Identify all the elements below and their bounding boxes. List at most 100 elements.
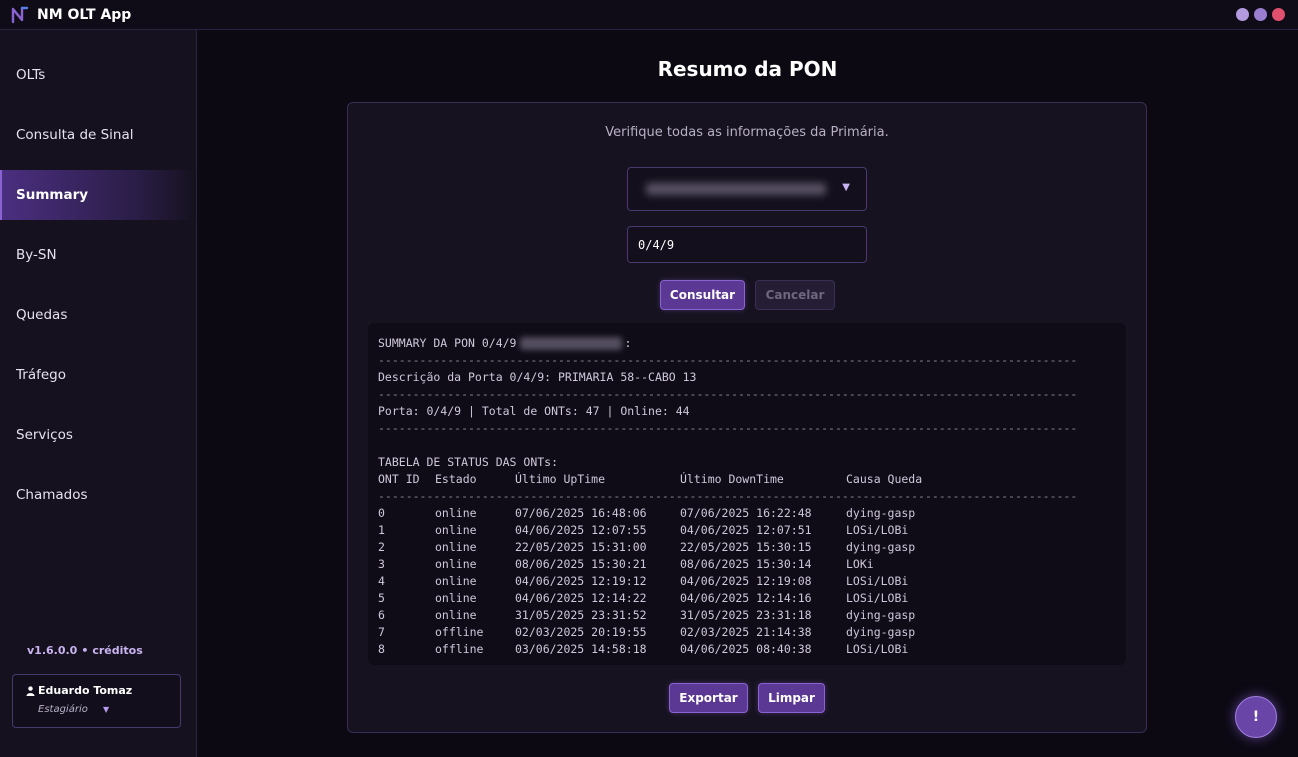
- table-row: 3 online 08/06/2025 15:30:21 08/06/2025 15:…: [378, 556, 1116, 573]
- table-cell: 2: [378, 540, 385, 554]
- sidebar-item-label: Summary: [16, 187, 89, 203]
- table-row: 0 online 07/06/2025 16:48:06 07/06/2025 16:…: [378, 505, 1116, 522]
- table-cell: 8: [378, 642, 385, 656]
- sidebar-item-quedas[interactable]: Quedas: [0, 290, 196, 340]
- table-cell: 22/05/2025 15:31:00: [515, 540, 647, 554]
- table-row: 6 online 31/05/2025 23:31:52 31/05/2025 23:…: [378, 607, 1116, 624]
- column-header: Último UpTime: [515, 472, 606, 486]
- help-button[interactable]: !: [1235, 696, 1277, 738]
- table-row: 1 online 04/06/2025 12:07:55 04/06/2025 12:…: [378, 522, 1116, 539]
- table-cell: 08/06/2025 15:30:14: [680, 557, 812, 571]
- port-description: Descrição da Porta 0/4/9: PRIMARIA 58--C…: [378, 370, 697, 384]
- app-logo-icon: [11, 6, 29, 23]
- credits-link[interactable]: créditos: [92, 644, 142, 657]
- sidebar-item-summary[interactable]: Summary: [0, 170, 196, 220]
- summary-output: SUMMARY DA PON 0/4/9: ------------------…: [368, 323, 1126, 665]
- table-cell: online: [435, 574, 477, 588]
- table-cell: 3: [378, 557, 385, 571]
- table-cell: dying-gasp: [846, 608, 916, 622]
- table-cell: online: [435, 506, 477, 520]
- table-cell: 04/06/2025 12:14:22: [515, 591, 647, 605]
- column-header: Estado: [435, 472, 477, 486]
- table-cell: online: [435, 540, 477, 554]
- table-cell: 31/05/2025 23:31:52: [515, 608, 647, 622]
- blurred-olt-name: [520, 337, 623, 350]
- column-header: Causa Queda: [846, 472, 923, 486]
- table-cell: LOKi: [846, 557, 874, 571]
- sidebar-item-chamados[interactable]: Chamados: [0, 470, 196, 520]
- table-cell: 04/06/2025 08:40:38: [680, 642, 812, 656]
- output-header: SUMMARY DA PON 0/4/9:: [378, 336, 632, 350]
- table-cell: LOSi/LOBi: [846, 642, 909, 656]
- table-cell: offline: [435, 625, 484, 639]
- table-cell: 04/06/2025 12:14:16: [680, 591, 812, 605]
- table-cell: 07/06/2025 16:22:48: [680, 506, 812, 520]
- sidebar-item-label: Quedas: [16, 307, 68, 323]
- sidebar-item-label: Tráfego: [16, 367, 66, 383]
- consult-button[interactable]: Consultar: [660, 280, 745, 310]
- export-button[interactable]: Exportar: [669, 683, 748, 713]
- cancel-button[interactable]: Cancelar: [755, 280, 835, 310]
- table-cell: 07/06/2025 16:48:06: [515, 506, 647, 520]
- version-text: v1.6.0.0: [27, 644, 78, 657]
- table-cell: LOSi/LOBi: [846, 574, 909, 588]
- user-role: Estagiário: [38, 704, 88, 715]
- port-stats: Porta: 0/4/9 | Total de ONTs: 47 | Onlin…: [378, 404, 690, 418]
- app-title: NM OLT App: [37, 6, 132, 23]
- clear-button[interactable]: Limpar: [758, 683, 825, 713]
- table-cell: 04/06/2025 12:19:12: [515, 574, 647, 588]
- table-row: 4 online 04/06/2025 12:19:12 04/06/2025 12:…: [378, 573, 1116, 590]
- sidebar-item-label: Serviços: [16, 427, 73, 443]
- user-menu[interactable]: Eduardo Tomaz Estagiário ▼: [12, 674, 181, 728]
- table-cell: online: [435, 523, 477, 537]
- version-info: v1.6.0.0 • créditos: [27, 644, 143, 657]
- sidebar-item-label: By-SN: [16, 247, 57, 263]
- table-cell: 22/05/2025 15:30:15: [680, 540, 812, 554]
- title-bar: NM OLT App: [0, 0, 1298, 30]
- ont-table-body: 0 online 07/06/2025 16:48:06 07/06/2025 16:…: [378, 505, 1116, 658]
- sidebar-item-label: Consulta de Sinal: [16, 127, 134, 143]
- separator: ----------------------------------------…: [378, 421, 1078, 435]
- table-cell: 02/03/2025 20:19:55: [515, 625, 647, 639]
- table-cell: dying-gasp: [846, 625, 916, 639]
- main-content: Resumo da PON Verifique todas as informa…: [197, 30, 1298, 757]
- table-cell: 04/06/2025 12:07:55: [515, 523, 647, 537]
- page-title: Resumo da PON: [657, 57, 838, 81]
- table-cell: 03/06/2025 14:58:18: [515, 642, 647, 656]
- sidebar-item-consulta-de-sinal[interactable]: Consulta de Sinal: [0, 110, 196, 160]
- table-cell: 0: [378, 506, 385, 520]
- port-input[interactable]: [627, 226, 867, 263]
- sidebar-item-by-sn[interactable]: By-SN: [0, 230, 196, 280]
- table-cell: 31/05/2025 23:31:18: [680, 608, 812, 622]
- separator: ----------------------------------------…: [378, 353, 1078, 367]
- sidebar-item-label: Chamados: [16, 487, 88, 503]
- chevron-down-icon: ▼: [103, 705, 110, 714]
- chevron-down-icon: ▼: [842, 182, 850, 193]
- close-button[interactable]: [1272, 8, 1285, 21]
- table-cell: LOSi/LOBi: [846, 591, 909, 605]
- sidebar-item-trafego[interactable]: Tráfego: [0, 350, 196, 400]
- pon-summary-panel: Verifique todas as informações da Primár…: [347, 102, 1147, 733]
- blurred-olt-name: [646, 183, 826, 195]
- table-cell: offline: [435, 642, 484, 656]
- table-cell: dying-gasp: [846, 506, 916, 520]
- minimize-button[interactable]: [1236, 8, 1249, 21]
- table-title: TABELA DE STATUS DAS ONTs:: [378, 455, 559, 469]
- user-name-text: Eduardo Tomaz: [38, 684, 133, 697]
- table-cell: 5: [378, 591, 385, 605]
- table-cell: dying-gasp: [846, 540, 916, 554]
- olt-select[interactable]: ▼: [627, 167, 867, 211]
- version-separator: •: [81, 644, 89, 657]
- sidebar-item-olts[interactable]: OLTs: [0, 50, 196, 100]
- table-row: 2 online 22/05/2025 15:31:00 22/05/2025 15:…: [378, 539, 1116, 556]
- window-controls: [1236, 8, 1285, 21]
- panel-subtitle: Verifique todas as informações da Primár…: [605, 125, 889, 140]
- sidebar-item-servicos[interactable]: Serviços: [0, 410, 196, 460]
- separator: ----------------------------------------…: [378, 489, 1078, 503]
- sidebar: OLTs Consulta de Sinal Summary By-SN Que…: [0, 30, 197, 757]
- maximize-button[interactable]: [1254, 8, 1267, 21]
- user-name: Eduardo Tomaz: [26, 684, 132, 697]
- sidebar-item-label: OLTs: [16, 67, 46, 83]
- column-header: ONT ID: [378, 472, 420, 486]
- table-cell: online: [435, 608, 477, 622]
